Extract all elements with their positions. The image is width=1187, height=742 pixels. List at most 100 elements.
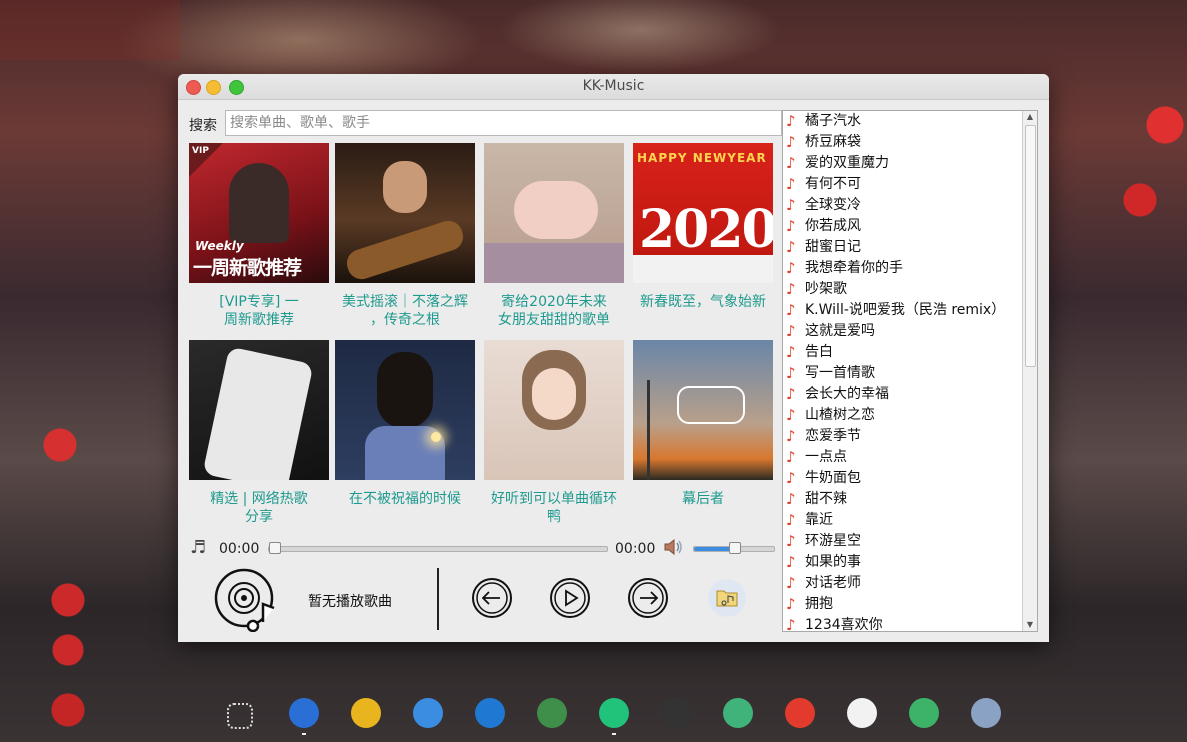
scroll-down-arrow-icon[interactable]: ▼ [1023,619,1037,631]
card-caption[interactable]: 幕后者 [625,490,781,508]
music-note-icon: ♪ [786,406,796,424]
card-caption[interactable]: 新春既至，气象始新 [625,293,781,311]
vip-badge-text: VIP [192,146,209,156]
song-list-item[interactable]: ♪ 橘子汽水 [783,111,1037,132]
cover-image[interactable] [335,143,475,283]
scroll-thumb[interactable] [1025,125,1036,367]
song-list-item[interactable]: ♪ 全球变冷 [783,195,1037,216]
firefox-icon[interactable] [289,698,319,728]
window-title: KK-Music [582,78,645,94]
song-list-item[interactable]: ♪ 桥豆麻袋 [783,132,1037,153]
now-playing-label: 暂无播放歌曲 [308,594,392,610]
cover-figure-face [532,368,576,420]
song-list-item[interactable]: ♪ 吵架歌 [783,279,1037,300]
telegram-icon[interactable] [909,698,939,728]
chat-bubble-icon[interactable] [413,698,443,728]
android-studio-icon[interactable] [537,698,567,728]
song-list-item[interactable]: ♪ 拥抱 [783,594,1037,615]
song-list-item[interactable]: ♪ 牛奶面包 [783,468,1037,489]
volume-icon[interactable] [662,536,684,562]
song-list-item[interactable]: ♪ 甜蜜日记 [783,237,1037,258]
cover-image[interactable] [335,340,475,480]
cover-image[interactable] [484,340,624,480]
card-caption[interactable]: 精选 | 网络热歌 分享 [181,490,337,526]
cover-doodle [677,386,745,424]
song-list-item[interactable]: ♪ 甜不辣 [783,489,1037,510]
video-icon[interactable] [723,698,753,728]
song-title: 牛奶面包 [805,470,861,486]
card-caption[interactable]: 好听到可以单曲循环 鸭 [476,490,632,526]
search-input[interactable] [225,110,782,136]
music-note-icon: ♬ [190,537,207,558]
music-note-icon: ♪ [786,280,796,298]
playlist-card-behind-scenes[interactable]: 幕后者 [633,340,773,507]
playlist-card-hot-songs[interactable]: 精选 | 网络热歌 分享 [189,340,329,525]
card-caption[interactable]: [VIP专享] 一 周新歌推荐 [181,293,337,329]
song-list-scrollbar[interactable]: ▲ ▼ [1022,111,1037,631]
music-folder-button[interactable] [708,579,746,617]
cover-image[interactable] [189,340,329,480]
song-list-item[interactable]: ♪ 对话老师 [783,573,1037,594]
song-list-item[interactable]: ♪ 山楂树之恋 [783,405,1037,426]
previous-button[interactable] [471,577,513,619]
playlist-card-new-year[interactable]: HAPPY NEWYEAR 2020 新春既至，气象始新 [633,143,773,310]
scroll-up-arrow-icon[interactable]: ▲ [1023,111,1037,123]
music-note-icon: ♪ [786,343,796,361]
pycharm-icon[interactable] [599,698,629,728]
disc-music-icon [214,568,280,636]
cover-image[interactable]: HAPPY NEWYEAR 2020 [633,143,773,283]
song-list-item[interactable]: ♪ 靠近 [783,510,1037,531]
card-caption[interactable]: 在不被祝福的时候 [327,490,483,508]
cover-piglet [514,181,598,239]
song-list-item[interactable]: ♪ 环游星空 [783,531,1037,552]
song-list-item[interactable]: ♪ 这就是爱吗 [783,321,1037,342]
song-list-item[interactable]: ♪ 你若成风 [783,216,1037,237]
playlist-card-unblessed[interactable]: 在不被祝福的时候 [335,340,475,507]
volume-slider[interactable] [693,542,775,554]
progress-handle[interactable] [269,542,281,554]
song-list-item[interactable]: ♪ 如果的事 [783,552,1037,573]
music-note-icon: ♪ [786,301,796,319]
music-folder-icon [716,590,738,607]
obs-icon[interactable] [661,698,691,728]
song-list-item[interactable]: ♪ 有何不可 [783,174,1037,195]
playlist-card-2020[interactable]: 寄给2020年未来 女朋友甜甜的歌单 [484,143,624,328]
song-list-item[interactable]: ♪ 会长大的幸福 [783,384,1037,405]
music-note-icon: ♪ [786,217,796,235]
next-button[interactable] [627,577,669,619]
chrome-icon[interactable] [351,698,381,728]
controls-divider [437,568,439,630]
cover-image[interactable] [484,143,624,283]
music-note-icon: ♪ [786,364,796,382]
running-indicator [302,733,306,735]
cover-image[interactable]: VIP Weekly 一周新歌推荐 [189,143,329,283]
playlist-card-single-loop[interactable]: 好听到可以单曲循环 鸭 [484,340,624,525]
playlist-card-rock[interactable]: 美式摇滚｜不落之辉 ，传奇之根 [335,143,475,328]
song-title: 这就是爱吗 [805,323,875,339]
song-title: 1234喜欢你 [805,617,883,632]
song-list-item[interactable]: ♪ 爱的双重魔力 [783,153,1037,174]
netease-music-icon[interactable] [785,698,815,728]
apps-grid-icon[interactable] [227,703,253,729]
song-list-item[interactable]: ♪ 恋爱季节 [783,426,1037,447]
card-caption[interactable]: 美式摇滚｜不落之辉 ，传奇之根 [327,293,483,329]
cover-image[interactable] [633,340,773,480]
song-list-item[interactable]: ♪ 我想牵着你的手 [783,258,1037,279]
song-list-item[interactable]: ♪ 一点点 [783,447,1037,468]
cover-text-title: 一周新歌推荐 [193,257,302,279]
playlist-card-vip-weekly[interactable]: VIP Weekly 一周新歌推荐 [VIP专享] 一 周新歌推荐 [189,143,329,328]
card-caption[interactable]: 寄给2020年未来 女朋友甜甜的歌单 [476,293,632,329]
user-avatar-icon[interactable] [971,698,1001,728]
progress-slider[interactable] [268,542,608,554]
song-title: 全球变冷 [805,197,861,213]
song-list-item[interactable]: ♪ 告白 [783,342,1037,363]
vscode-icon[interactable] [475,698,505,728]
song-list-item[interactable]: ♪ 写一首情歌 [783,363,1037,384]
volume-handle[interactable] [729,542,741,554]
song-list-item[interactable]: ♪ K.Will-说吧爱我（民浩 remix） [783,300,1037,321]
song-list-item[interactable]: ♪ 1234喜欢你 [783,615,1037,632]
play-button[interactable] [549,577,591,619]
typora-icon[interactable] [847,698,877,728]
song-list[interactable]: ♪ 橘子汽水 ♪ 桥豆麻袋 ♪ 爱的双重魔力 ♪ 有何不可 ♪ 全球变冷 ♪ 你若成风 ♪ 甜蜜日记 ♪ 我想… [782,110,1038,632]
music-note-icon: ♪ [786,511,796,529]
